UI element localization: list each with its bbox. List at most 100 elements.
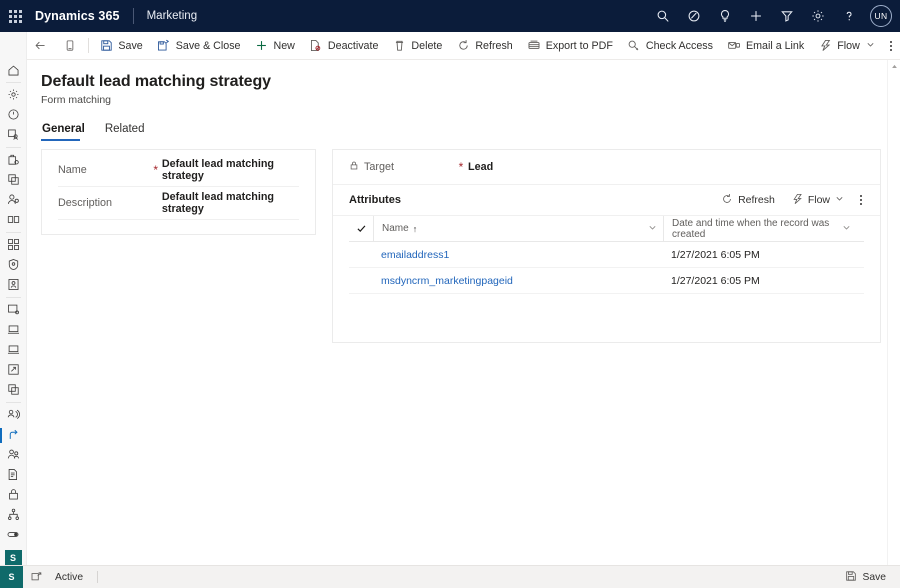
field-description-value[interactable]: Default lead matching strategy [162, 191, 299, 215]
deactivate-icon [309, 39, 323, 53]
environment-badge[interactable]: S [4, 550, 22, 566]
app-name-label[interactable]: Marketing [147, 10, 198, 22]
rail-divider [5, 231, 21, 233]
command-bar: Save Save & Close New Deactivate Delete … [0, 32, 900, 60]
sort-ascending-icon: ↑ [412, 223, 418, 234]
row-name-link[interactable]: msdyncrm_marketingpageid [373, 275, 663, 287]
field-name[interactable]: Name * Default lead matching strategy [58, 154, 299, 187]
trash-icon [392, 39, 406, 53]
grid-column-name[interactable]: Name ↑ [373, 215, 663, 242]
attributes-refresh-button[interactable]: Refresh [713, 188, 783, 212]
scroll-up-arrow-icon[interactable] [888, 60, 900, 73]
attributes-overflow-button[interactable] [852, 188, 870, 212]
refresh-icon [721, 193, 733, 208]
chevron-down-icon[interactable] [842, 223, 857, 235]
save-icon [99, 39, 113, 53]
required-indicator: * [153, 163, 159, 177]
status-divider [97, 571, 99, 583]
gear-icon[interactable] [802, 0, 833, 32]
status-badge: Active [55, 571, 84, 583]
select-all-checkbox[interactable] [349, 223, 373, 234]
delete-button[interactable]: Delete [385, 32, 449, 60]
grid-column-created-on[interactable]: Date and time when the record was create… [663, 215, 857, 242]
sidebar-item-journey[interactable] [0, 424, 27, 444]
sidebar-item-lock[interactable] [0, 484, 27, 504]
sidebar-item-home[interactable] [0, 60, 27, 80]
help-icon[interactable] [833, 0, 864, 32]
sidebar-item-pinned[interactable] [0, 125, 27, 145]
tab-related[interactable]: Related [104, 120, 152, 141]
command-divider [88, 38, 90, 53]
vertical-scrollbar[interactable] [887, 60, 900, 565]
attributes-actions: Refresh Flow [713, 188, 870, 212]
table-row[interactable]: msdyncrm_marketingpageid 1/27/2021 6:05 … [349, 268, 864, 294]
app-root: Dynamics 365 Marketing UN Save Save & Cl… [0, 0, 900, 588]
brand-divider [132, 8, 134, 24]
lightbulb-icon[interactable] [709, 0, 740, 32]
check-access-label: Check Access [645, 39, 713, 52]
lock-icon [349, 160, 359, 174]
sidebar-item-people[interactable] [0, 444, 27, 464]
email-a-link-button[interactable]: Email a Link [720, 32, 811, 60]
app-launcher-icon[interactable] [0, 0, 30, 32]
chevron-down-icon[interactable] [648, 223, 663, 235]
avatar[interactable]: UN [870, 5, 892, 27]
save-and-close-button[interactable]: Save & Close [150, 32, 248, 60]
new-button[interactable]: New [248, 32, 302, 60]
save-button-label: Save [118, 39, 143, 52]
form-icon [63, 39, 77, 53]
flow-button[interactable]: Flow [811, 32, 882, 60]
table-row[interactable]: emailaddress1 1/27/2021 6:05 PM [349, 242, 864, 268]
sidebar-item-accounts[interactable] [0, 150, 27, 170]
sidebar-item-stack[interactable] [0, 380, 27, 400]
grid-header-row: Name ↑ Date and time when the record was… [349, 215, 864, 242]
sidebar-item-window[interactable] [0, 300, 27, 320]
brand-title[interactable]: Dynamics 365 [30, 9, 120, 23]
check-access-button[interactable]: Check Access [620, 32, 720, 60]
plus-icon[interactable] [740, 0, 771, 32]
refresh-button[interactable]: Refresh [449, 32, 519, 60]
command-overflow-button[interactable] [882, 32, 900, 60]
focus-icon[interactable] [678, 0, 709, 32]
refresh-icon [456, 39, 470, 53]
sidebar-item-device-1[interactable] [0, 320, 27, 340]
field-target[interactable]: Target * Lead [333, 150, 880, 185]
sidebar-item-portal[interactable] [0, 275, 27, 295]
target-label-text: Target [364, 161, 395, 173]
filter-icon[interactable] [771, 0, 802, 32]
form-selector-button[interactable] [55, 32, 85, 60]
sidebar-item-edit-box[interactable] [0, 360, 27, 380]
save-icon [845, 570, 857, 585]
back-button[interactable] [25, 32, 55, 60]
save-button[interactable]: Save [92, 32, 149, 60]
field-description[interactable]: Description Default lead matching strate… [58, 187, 299, 220]
refresh-button-label: Refresh [475, 39, 513, 52]
sidebar-item-copy[interactable] [0, 170, 27, 190]
open-dashboard-icon[interactable] [23, 566, 49, 588]
field-name-label: Name [58, 164, 87, 176]
search-icon[interactable] [647, 0, 678, 32]
sidebar-item-contacts[interactable] [0, 190, 27, 210]
email-link-icon [727, 39, 741, 53]
sidebar-item-device-2[interactable] [0, 340, 27, 360]
deactivate-button[interactable]: Deactivate [302, 32, 386, 60]
sidebar-item-toggle[interactable] [0, 524, 27, 544]
page-content: Default lead matching strategy Form matc… [27, 60, 900, 565]
sidebar-item-hierarchy[interactable] [0, 504, 27, 524]
row-name-link[interactable]: emailaddress1 [373, 249, 663, 261]
sidebar-item-cards[interactable] [0, 210, 27, 230]
status-save-button[interactable]: Save [841, 570, 890, 585]
sidebar-item-security[interactable] [0, 255, 27, 275]
attributes-flow-button[interactable]: Flow [783, 188, 852, 212]
field-name-value[interactable]: Default lead matching strategy [162, 158, 299, 182]
sidebar-item-settings[interactable] [0, 85, 27, 105]
sidebar-item-form[interactable] [0, 464, 27, 484]
field-target-value[interactable]: Lead [468, 161, 493, 173]
export-to-pdf-button[interactable]: Export to PDF [520, 32, 620, 60]
environment-badge[interactable]: S [0, 565, 23, 588]
sidebar-item-customer-voice[interactable] [0, 404, 27, 424]
sidebar-item-segments[interactable] [0, 235, 27, 255]
sidebar-item-recent[interactable] [0, 105, 27, 125]
tab-general[interactable]: General [41, 120, 92, 141]
key-icon [627, 39, 641, 53]
